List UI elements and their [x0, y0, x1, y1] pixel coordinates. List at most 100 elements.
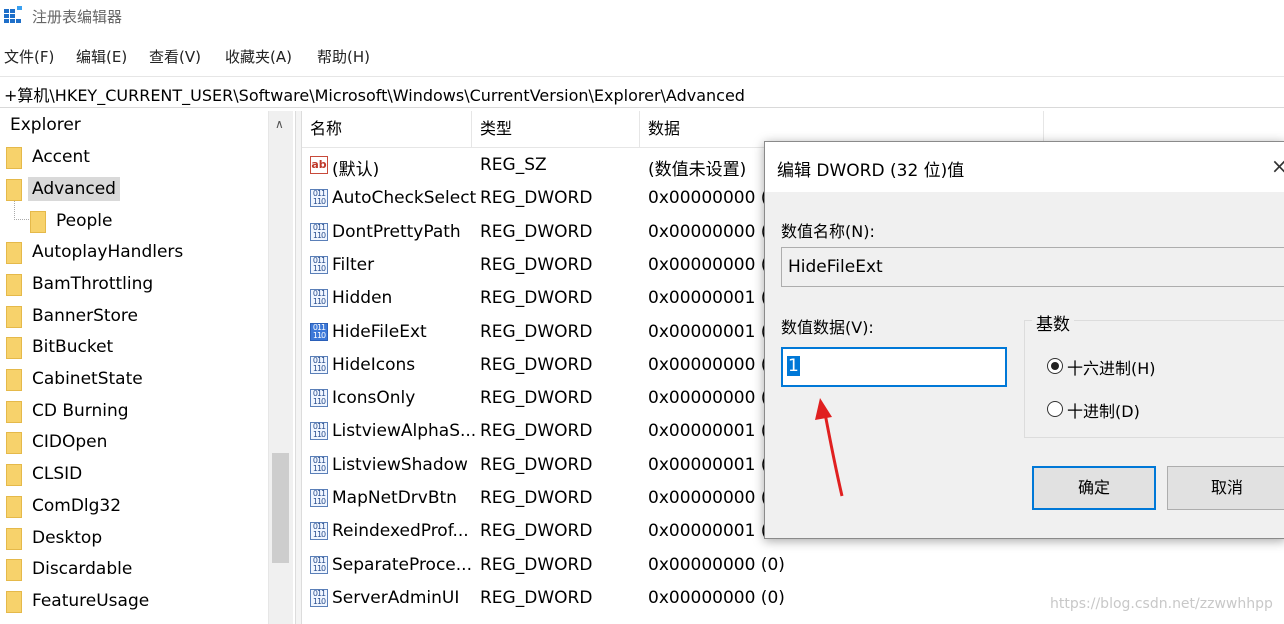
dword-value-icon: 011 110: [310, 189, 328, 207]
close-icon[interactable]: ×: [1271, 154, 1284, 178]
folder-icon: [6, 242, 22, 264]
value-name-cell: MapNetDrvBtn: [332, 488, 457, 508]
menu-file[interactable]: 文件(F): [4, 46, 54, 67]
tree-scrollbar[interactable]: ∧: [268, 111, 293, 624]
decimal-radio[interactable]: [1047, 401, 1063, 417]
tree-item-label: Advanced: [28, 177, 120, 201]
menu-view[interactable]: 查看(V): [149, 46, 201, 67]
tree-item-label: Desktop: [32, 528, 103, 548]
dword-value-icon: 011 110: [310, 356, 328, 374]
value-data-cell: 0x00000000 (0: [648, 355, 779, 375]
address-bar[interactable]: +算机\HKEY_CURRENT_USER\Software\Microsoft…: [0, 76, 1284, 108]
value-data-cell: 0x00000001 (1: [648, 455, 779, 475]
tree-item-label: AutoplayHandlers: [32, 242, 184, 262]
hex-radio[interactable]: [1047, 358, 1063, 374]
regedit-app-icon: [4, 6, 22, 23]
tree-item-cd-burning[interactable]: CD Burning: [0, 397, 268, 427]
value-data-cell: 0x00000000 (0: [648, 188, 779, 208]
menu-edit[interactable]: 编辑(E): [76, 46, 127, 67]
value-name-cell: DontPrettyPath: [332, 222, 461, 242]
value-row[interactable]: 011 110 SeparateProce... REG_DWORD 0x0000000…: [302, 549, 1284, 582]
tree-item-label: CD Burning: [32, 401, 129, 421]
value-type-cell: REG_DWORD: [480, 188, 593, 208]
value-data-cell: (数值未设置): [648, 160, 747, 180]
tree-item-featureusage[interactable]: FeatureUsage: [0, 587, 268, 617]
dword-value-icon: 011 110: [310, 522, 328, 540]
value-name-cell: Filter: [332, 255, 375, 275]
dialog-title: 编辑 DWORD (32 位)值: [777, 161, 965, 181]
value-name-cell: (默认): [332, 160, 380, 180]
value-type-cell: REG_DWORD: [480, 355, 593, 375]
tree-item-bannerstore[interactable]: BannerStore: [0, 302, 268, 332]
value-data-cell: 0x00000000 (0: [648, 488, 779, 508]
column-header-type[interactable]: 类型: [472, 111, 640, 147]
dword-value-icon: 011 110: [310, 556, 328, 574]
tree-item-advanced[interactable]: Advanced: [0, 175, 268, 205]
value-type-cell: REG_DWORD: [480, 388, 593, 408]
tree-item-bitbucket[interactable]: BitBucket: [0, 333, 268, 363]
tree-item-cabinetstate[interactable]: CabinetState: [0, 365, 268, 395]
tree-item-cidopen[interactable]: CIDOpen: [0, 428, 268, 458]
cancel-button[interactable]: 取消: [1167, 466, 1284, 510]
string-value-icon: ab: [310, 156, 328, 174]
tree-item-label: CIDOpen: [32, 432, 108, 452]
value-type-cell: REG_DWORD: [480, 521, 593, 541]
value-name-cell: IconsOnly: [332, 388, 416, 408]
value-name-field[interactable]: HideFileExt: [781, 247, 1284, 287]
dword-value-icon: 011 110: [310, 589, 328, 607]
tree-item-desktop[interactable]: Desktop: [0, 524, 268, 554]
dword-value-icon: 011 110: [310, 289, 328, 307]
value-data-cell: 0x00000000 (0): [648, 555, 785, 575]
scrollbar-thumb[interactable]: [272, 453, 289, 563]
value-type-cell: REG_DWORD: [480, 222, 593, 242]
value-data-cell: 0x00000000 (0): [648, 588, 785, 608]
value-type-cell: REG_DWORD: [480, 288, 593, 308]
tree-item-clsid[interactable]: CLSID: [0, 460, 268, 490]
edit-dword-dialog: 编辑 DWORD (32 位)值 × 数值名称(N): HideFileExt …: [764, 141, 1284, 539]
tree-item-label: Explorer: [10, 115, 81, 135]
tree-item-comdlg32[interactable]: ComDlg32: [0, 492, 268, 522]
menu-help[interactable]: 帮助(H): [317, 46, 370, 67]
value-type-cell: REG_DWORD: [480, 455, 593, 475]
value-name-cell: AutoCheckSelect: [332, 188, 477, 208]
dword-value-icon: 011 110: [310, 422, 328, 440]
tree-item-bamthrottling[interactable]: BamThrottling: [0, 270, 268, 300]
ok-button[interactable]: 确定: [1032, 466, 1156, 510]
tree-item-label: BitBucket: [32, 337, 114, 357]
column-header-name[interactable]: 名称: [302, 111, 472, 147]
value-data-cell: 0x00000000 (0: [648, 388, 779, 408]
value-name-cell: ReindexedProf...: [332, 521, 469, 541]
value-data-text: 1: [787, 356, 800, 376]
value-name-cell: HideIcons: [332, 355, 416, 375]
value-data-cell: 0x00000001 (1: [648, 322, 779, 342]
tree-item-explorer[interactable]: Explorer: [0, 111, 268, 141]
tree-item-autoplayhandlers[interactable]: AutoplayHandlers: [0, 238, 268, 268]
tree-item-people[interactable]: People: [0, 207, 268, 237]
pane-splitter[interactable]: [295, 111, 302, 624]
dialog-title-bar: 编辑 DWORD (32 位)值 ×: [765, 142, 1284, 192]
tree-item-discardable[interactable]: Discardable: [0, 555, 268, 585]
value-data-cell: 0x00000000 (0: [648, 222, 779, 242]
tree-item-accent[interactable]: Accent: [0, 143, 268, 173]
menu-favorites[interactable]: 收藏夹(A): [225, 46, 292, 67]
value-name-cell: SeparateProce...: [332, 555, 472, 575]
value-data-cell: 0x00000001 (1: [648, 421, 779, 441]
folder-icon: [6, 591, 22, 613]
key-tree: Explorer Accent Advanced People Autoplay…: [0, 111, 292, 624]
scroll-up-arrow-icon[interactable]: ∧: [275, 117, 284, 131]
folder-icon: [6, 306, 22, 328]
decimal-radio-label[interactable]: 十进制(D): [1067, 398, 1140, 422]
value-type-cell: REG_DWORD: [480, 488, 593, 508]
tree-item-label: BannerStore: [32, 306, 139, 326]
base-label: 基数: [1032, 310, 1074, 335]
dword-value-icon: 011 110: [310, 323, 328, 341]
value-data-input[interactable]: 1: [781, 347, 1007, 387]
value-type-cell: REG_SZ: [480, 155, 547, 175]
folder-icon: [6, 496, 22, 518]
folder-icon: [6, 401, 22, 423]
hex-radio-label[interactable]: 十六进制(H): [1067, 355, 1156, 379]
value-data-cell: 0x00000001 (1: [648, 288, 779, 308]
folder-icon: [6, 179, 22, 201]
menu-bar: 文件(F) 编辑(E) 查看(V) 收藏夹(A) 帮助(H): [0, 40, 1284, 70]
folder-icon: [6, 274, 22, 296]
